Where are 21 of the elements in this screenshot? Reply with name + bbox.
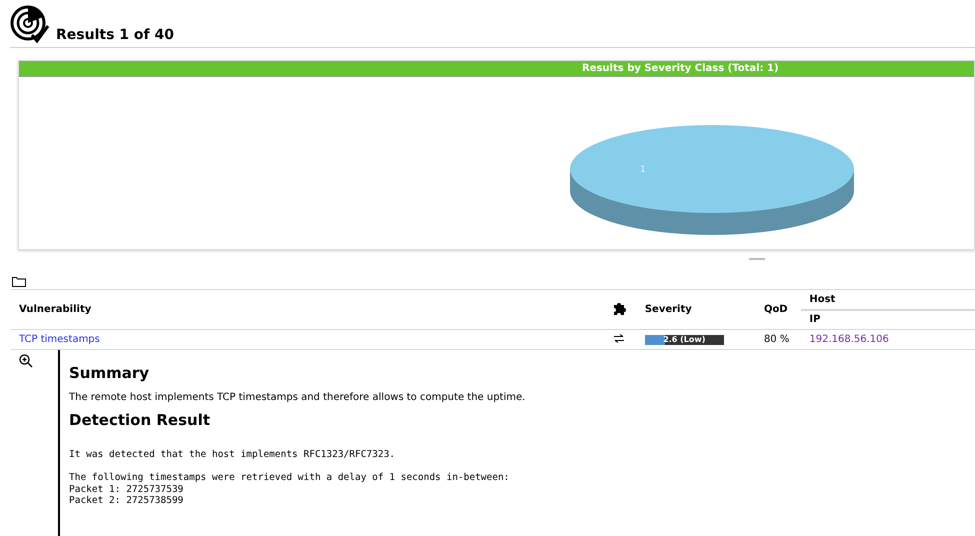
qod-value: 80 %	[764, 334, 790, 345]
column-header: Vulnerability	[19, 304, 92, 315]
section-heading: Detection Result	[69, 411, 212, 429]
chart-title: Results by Severity Class (Total: 1)	[19, 61, 974, 77]
column-header: Severity	[644, 304, 692, 315]
column-header: IP	[808, 313, 822, 327]
vulnerability-link[interactable]: TCP timestamps	[19, 334, 100, 345]
swap-arrows-icon	[612, 334, 625, 342]
puzzle-icon	[612, 302, 626, 314]
host-ip-link[interactable]: 192.168.56.106	[809, 334, 889, 345]
zoom-in-icon[interactable]	[19, 354, 33, 368]
summary-text: The remote host implements TCP timestamps and therefore allows to compute the uptime.	[69, 392, 526, 403]
resize-handle[interactable]	[749, 258, 765, 260]
page-title: Results 1 of 40	[56, 27, 174, 43]
folder-icon[interactable]	[12, 276, 26, 287]
slice-label: 1	[640, 165, 646, 175]
column-header: QoD	[764, 304, 788, 315]
section-heading: Summary	[69, 364, 150, 382]
detection-output: It was detected that the host implements RFC1323/RFC7323. The following timestamps were retrieved with a delay of 1 seconds in-between: Packet 1: 2725737539 Packet 2: 2725738599	[69, 449, 510, 507]
radar-check-icon	[10, 5, 50, 45]
column-header: Host	[801, 290, 975, 311]
